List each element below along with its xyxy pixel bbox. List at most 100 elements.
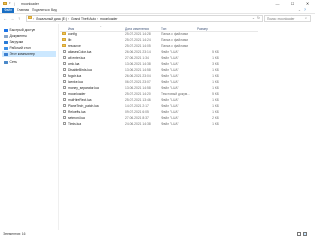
maximize-button[interactable]: ☐ (285, 0, 300, 7)
file-size: 3 КБ (212, 62, 219, 67)
file-date: 25.07.2021 14:20 (125, 92, 151, 97)
file-name: DisableBirds.lua (68, 68, 92, 73)
file-size: 1 КБ (212, 74, 219, 79)
folder-icon (62, 38, 66, 42)
file-icon (62, 50, 66, 54)
downloads-icon (4, 40, 8, 44)
up-button[interactable]: ↑ (18, 16, 20, 21)
file-size: 1 КБ (212, 68, 219, 73)
file-size: 5 КБ (212, 92, 219, 97)
status-text: Элементов: 16 (3, 232, 26, 236)
folder-icon (62, 32, 66, 36)
dropdown-icon[interactable]: ⌄ (252, 16, 255, 20)
file-date: 09.07.2021 6:05 (125, 110, 149, 115)
sidebar-item-label: Документы (9, 34, 27, 38)
file-name: fogcir.lua (68, 74, 82, 79)
sidebar-item-this-pc[interactable]: Этот компьютер (2, 51, 56, 57)
breadcrumb-item-gta[interactable]: Grand Theft Auto (71, 17, 96, 21)
file-name: config (68, 32, 77, 37)
file-size: 1 КБ (212, 110, 219, 115)
file-date: 27.06.2021 1:34 (125, 56, 149, 61)
back-button[interactable]: ← (3, 16, 7, 21)
file-name: lcenke.lua (68, 80, 83, 85)
search-icon: ⌕ (305, 16, 308, 21)
file-type: Файл "LUA" (161, 62, 179, 67)
large-icons-view-icon[interactable] (303, 231, 307, 236)
breadcrumb-separator: › (68, 16, 70, 21)
file-icon (62, 116, 66, 120)
file-size: 1 КБ (212, 122, 219, 127)
file-name: aliasesColor.lua (68, 50, 92, 55)
file-date: 06.07.2021 23:07 (125, 80, 151, 85)
file-date: 26.06.2021 23:04 (125, 74, 151, 79)
sidebar-item-label: Сеть (9, 60, 18, 64)
breadcrumb-separator: › (97, 16, 99, 21)
breadcrumb-item-drive[interactable]: Локальный диск (E:) (36, 17, 67, 21)
file-name: cmk.lua (68, 62, 80, 67)
file-type: Текстовый докум... (161, 92, 190, 97)
file-size: 2 КБ (212, 116, 219, 121)
folder-icon (28, 16, 32, 20)
sidebar-item-label: Загрузки (9, 40, 24, 44)
star-icon (4, 28, 8, 32)
sidebar-item-label: Этот компьютер (9, 52, 35, 56)
documents-icon (4, 34, 8, 38)
refresh-icon[interactable]: ↻ (257, 16, 260, 20)
file-size: 1 КБ (212, 98, 219, 103)
separator-icon: | (14, 1, 15, 6)
file-type: Папка с файлами (161, 44, 189, 49)
file-icon (62, 74, 66, 78)
file-date: 13.06.2021 14:38 (125, 62, 151, 67)
help-icon[interactable]: ? (304, 8, 306, 12)
file-type: Файл "LUA" (161, 86, 179, 91)
close-button[interactable]: ✕ (300, 0, 315, 7)
tab-home[interactable]: Главная (17, 8, 29, 12)
file-name: moonloader (68, 92, 86, 97)
minimize-button[interactable]: — (270, 0, 285, 7)
file-type: Папка с файлами (161, 32, 189, 37)
file-name: Timis.lua (68, 122, 82, 127)
desktop-icon (4, 46, 8, 50)
file-icon (62, 80, 66, 84)
file-date: 26.06.2021 23:14 (125, 50, 151, 55)
file-icon (62, 92, 66, 96)
quick-access-toolbar-icon[interactable]: ▾ (9, 1, 11, 5)
sort-arrow-icon: ^ (100, 24, 102, 29)
file-date: 14.07.2021 2:17 (125, 104, 149, 109)
file-date: 25.07.2021 14:28 (125, 32, 151, 37)
file-name: setmoni.lua (68, 116, 85, 121)
file-icon (62, 122, 66, 126)
folder-icon (62, 44, 66, 48)
title-bar (0, 0, 315, 7)
file-icon (62, 62, 66, 66)
breadcrumb-item-moonloader[interactable]: moonloader (100, 17, 117, 21)
tab-view[interactable]: Вид (51, 8, 57, 12)
file-type: Файл "LUA" (161, 116, 179, 121)
details-view-icon[interactable] (297, 231, 301, 236)
file-date: 24.06.2021 14:38 (125, 122, 151, 127)
file-type: Файл "LUA" (161, 110, 179, 115)
expand-ribbon-icon[interactable]: ⌄ (298, 8, 301, 12)
file-icon (62, 68, 66, 72)
file-icon (62, 86, 66, 90)
file-name: money_separator.lua (68, 86, 99, 91)
computer-icon (4, 52, 8, 56)
search-placeholder: Поиск: moonloader (267, 16, 295, 21)
file-row[interactable]: Timis.lua 24.06.2021 14:38 Файл "LUA" 1 КБ (60, 121, 258, 127)
file-name: PlaneTech_patch.lua (68, 104, 99, 109)
file-size: 1 КБ (212, 80, 219, 85)
file-date: 13.06.2021 14:58 (125, 68, 151, 73)
tab-share[interactable]: Поделиться (32, 8, 50, 12)
file-icon (62, 104, 66, 108)
breadcrumb-separator[interactable]: › (33, 17, 34, 21)
tab-file[interactable]: Файл (2, 7, 14, 13)
file-icon (62, 98, 66, 102)
forward-button[interactable]: → (10, 16, 14, 21)
sidebar-item-network[interactable]: Сеть (2, 59, 56, 65)
file-type: Файл "LUA" (161, 104, 179, 109)
file-type: Файл "LUA" (161, 80, 179, 85)
file-type: Файл "LUA" (161, 50, 179, 55)
file-date: 25.07.2021 14:05 (125, 44, 151, 49)
window-title: moonloader (21, 1, 39, 6)
file-date: 27.06.2021 8:37 (125, 116, 149, 121)
